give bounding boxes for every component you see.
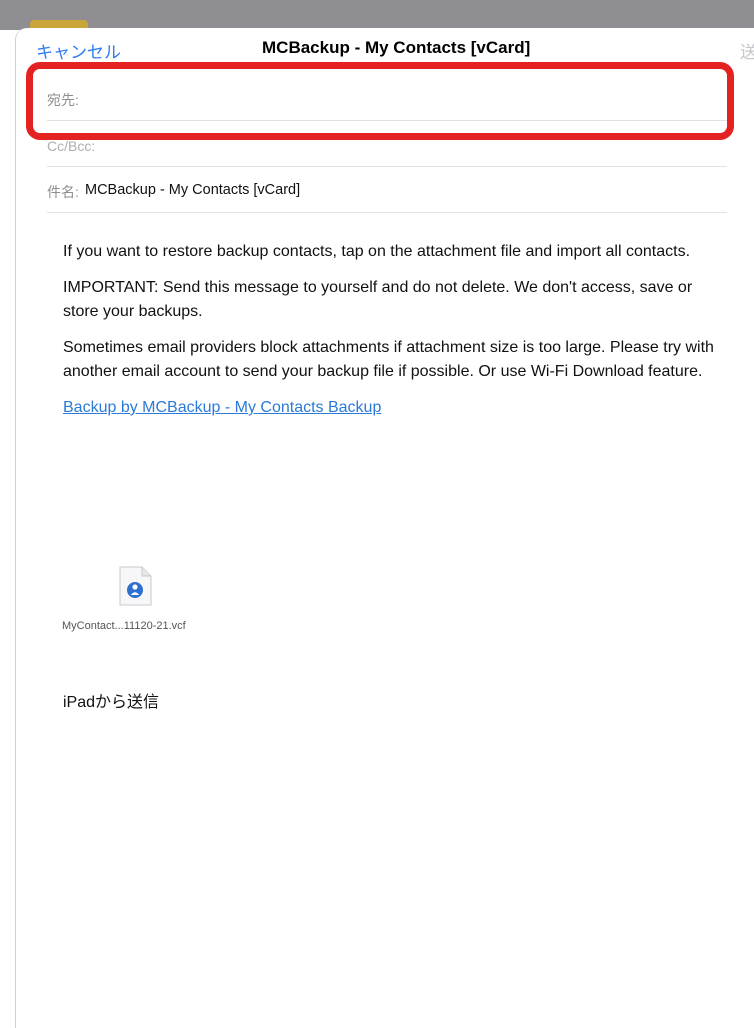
to-label: 宛先: bbox=[47, 92, 79, 108]
status-bar bbox=[0, 0, 754, 30]
body-paragraph: Sometimes email providers block attachme… bbox=[63, 339, 714, 380]
subject-field[interactable]: 件名: MCBackup - My Contacts [vCard] bbox=[47, 166, 727, 213]
attachment-filename: MyContact...11120-21.vcf bbox=[62, 620, 186, 632]
signature: iPadから送信 bbox=[63, 694, 160, 711]
to-field[interactable]: 宛先: bbox=[47, 74, 727, 121]
cc-bcc-label: Cc/Bcc: bbox=[47, 138, 96, 154]
send-button[interactable]: 送信 bbox=[740, 38, 754, 63]
mcbackup-link[interactable]: Backup by MCBackup - My Contacts Backup bbox=[63, 399, 381, 416]
vcf-attachment[interactable]: MyContact...11120-21.vcf bbox=[62, 566, 242, 646]
message-body[interactable]: If you want to restore backup contacts, … bbox=[63, 240, 723, 432]
compose-title: MCBackup - My Contacts [vCard] bbox=[262, 38, 531, 57]
subject-label: 件名: bbox=[47, 184, 79, 200]
subject-value[interactable]: MCBackup - My Contacts [vCard] bbox=[85, 182, 300, 198]
cc-bcc-field[interactable]: Cc/Bcc: bbox=[47, 120, 727, 167]
vcf-contact-file-icon bbox=[119, 566, 152, 606]
body-paragraph: IMPORTANT: Send this message to yourself… bbox=[63, 279, 693, 320]
cancel-button[interactable]: キャンセル bbox=[36, 38, 121, 63]
body-paragraph: If you want to restore backup contacts, … bbox=[63, 243, 691, 260]
to-input[interactable] bbox=[83, 82, 687, 114]
compose-nav-bar: キャンセル MCBackup - My Contacts [vCard] 送信 bbox=[16, 28, 754, 72]
